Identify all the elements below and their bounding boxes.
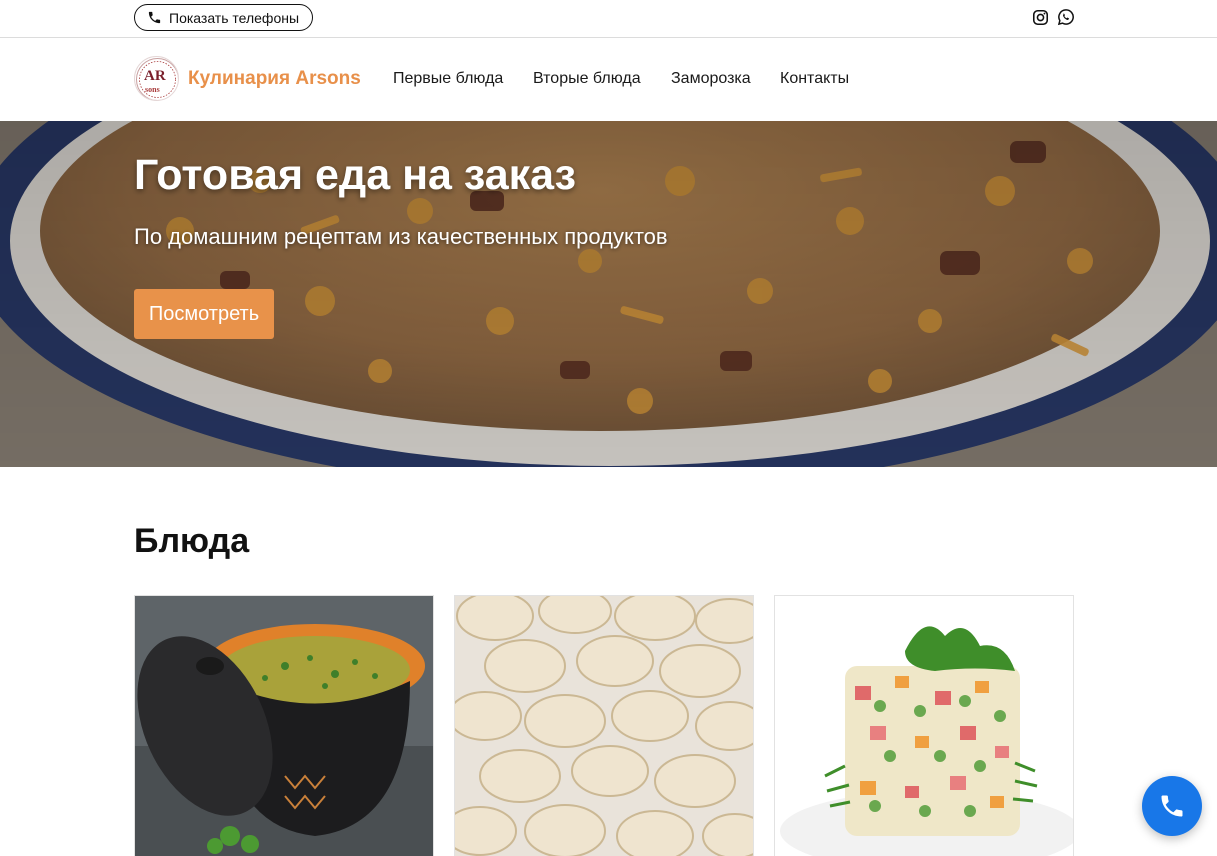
dish-card[interactable]: [134, 595, 434, 856]
logo-text-bottom: sons: [145, 85, 160, 94]
hero-title: Готовая еда на заказ: [134, 151, 576, 199]
nav-contacts[interactable]: Контакты: [780, 70, 849, 88]
phone-icon: [1161, 795, 1183, 817]
dish-card[interactable]: [774, 595, 1074, 856]
pelmeni-image: [455, 596, 753, 856]
call-button[interactable]: [1142, 776, 1202, 836]
top-bar: Показать телефоны: [0, 0, 1217, 38]
show-phones-label: Показать телефоны: [169, 9, 300, 26]
navbar: AR sons Кулинария Arsons Первые блюда Вт…: [0, 39, 1217, 121]
dish-card[interactable]: [454, 595, 754, 856]
nav-second-courses[interactable]: Вторые блюда: [533, 70, 641, 88]
show-phones-button[interactable]: Показать телефоны: [134, 4, 314, 31]
soup-pot-image: [135, 596, 433, 856]
brand-name[interactable]: Кулинария Arsons: [188, 68, 361, 90]
brand-logo[interactable]: AR sons: [134, 56, 179, 101]
whatsapp-icon[interactable]: [1057, 8, 1075, 26]
nav-first-courses[interactable]: Первые блюда: [393, 70, 503, 88]
hero-subtitle: По домашним рецептам из качественных про…: [134, 224, 668, 249]
logo-text-top: AR: [144, 68, 166, 84]
phone-icon: [148, 11, 161, 24]
instagram-icon[interactable]: [1031, 8, 1049, 26]
nav-frozen[interactable]: Заморозка: [671, 70, 751, 88]
olivier-salad-image: [775, 596, 1073, 856]
dishes-section-title: Блюда: [134, 522, 250, 560]
hero-banner: Готовая еда на заказ По домашним рецепта…: [0, 121, 1217, 467]
hero-view-button[interactable]: Посмотреть: [134, 289, 274, 339]
